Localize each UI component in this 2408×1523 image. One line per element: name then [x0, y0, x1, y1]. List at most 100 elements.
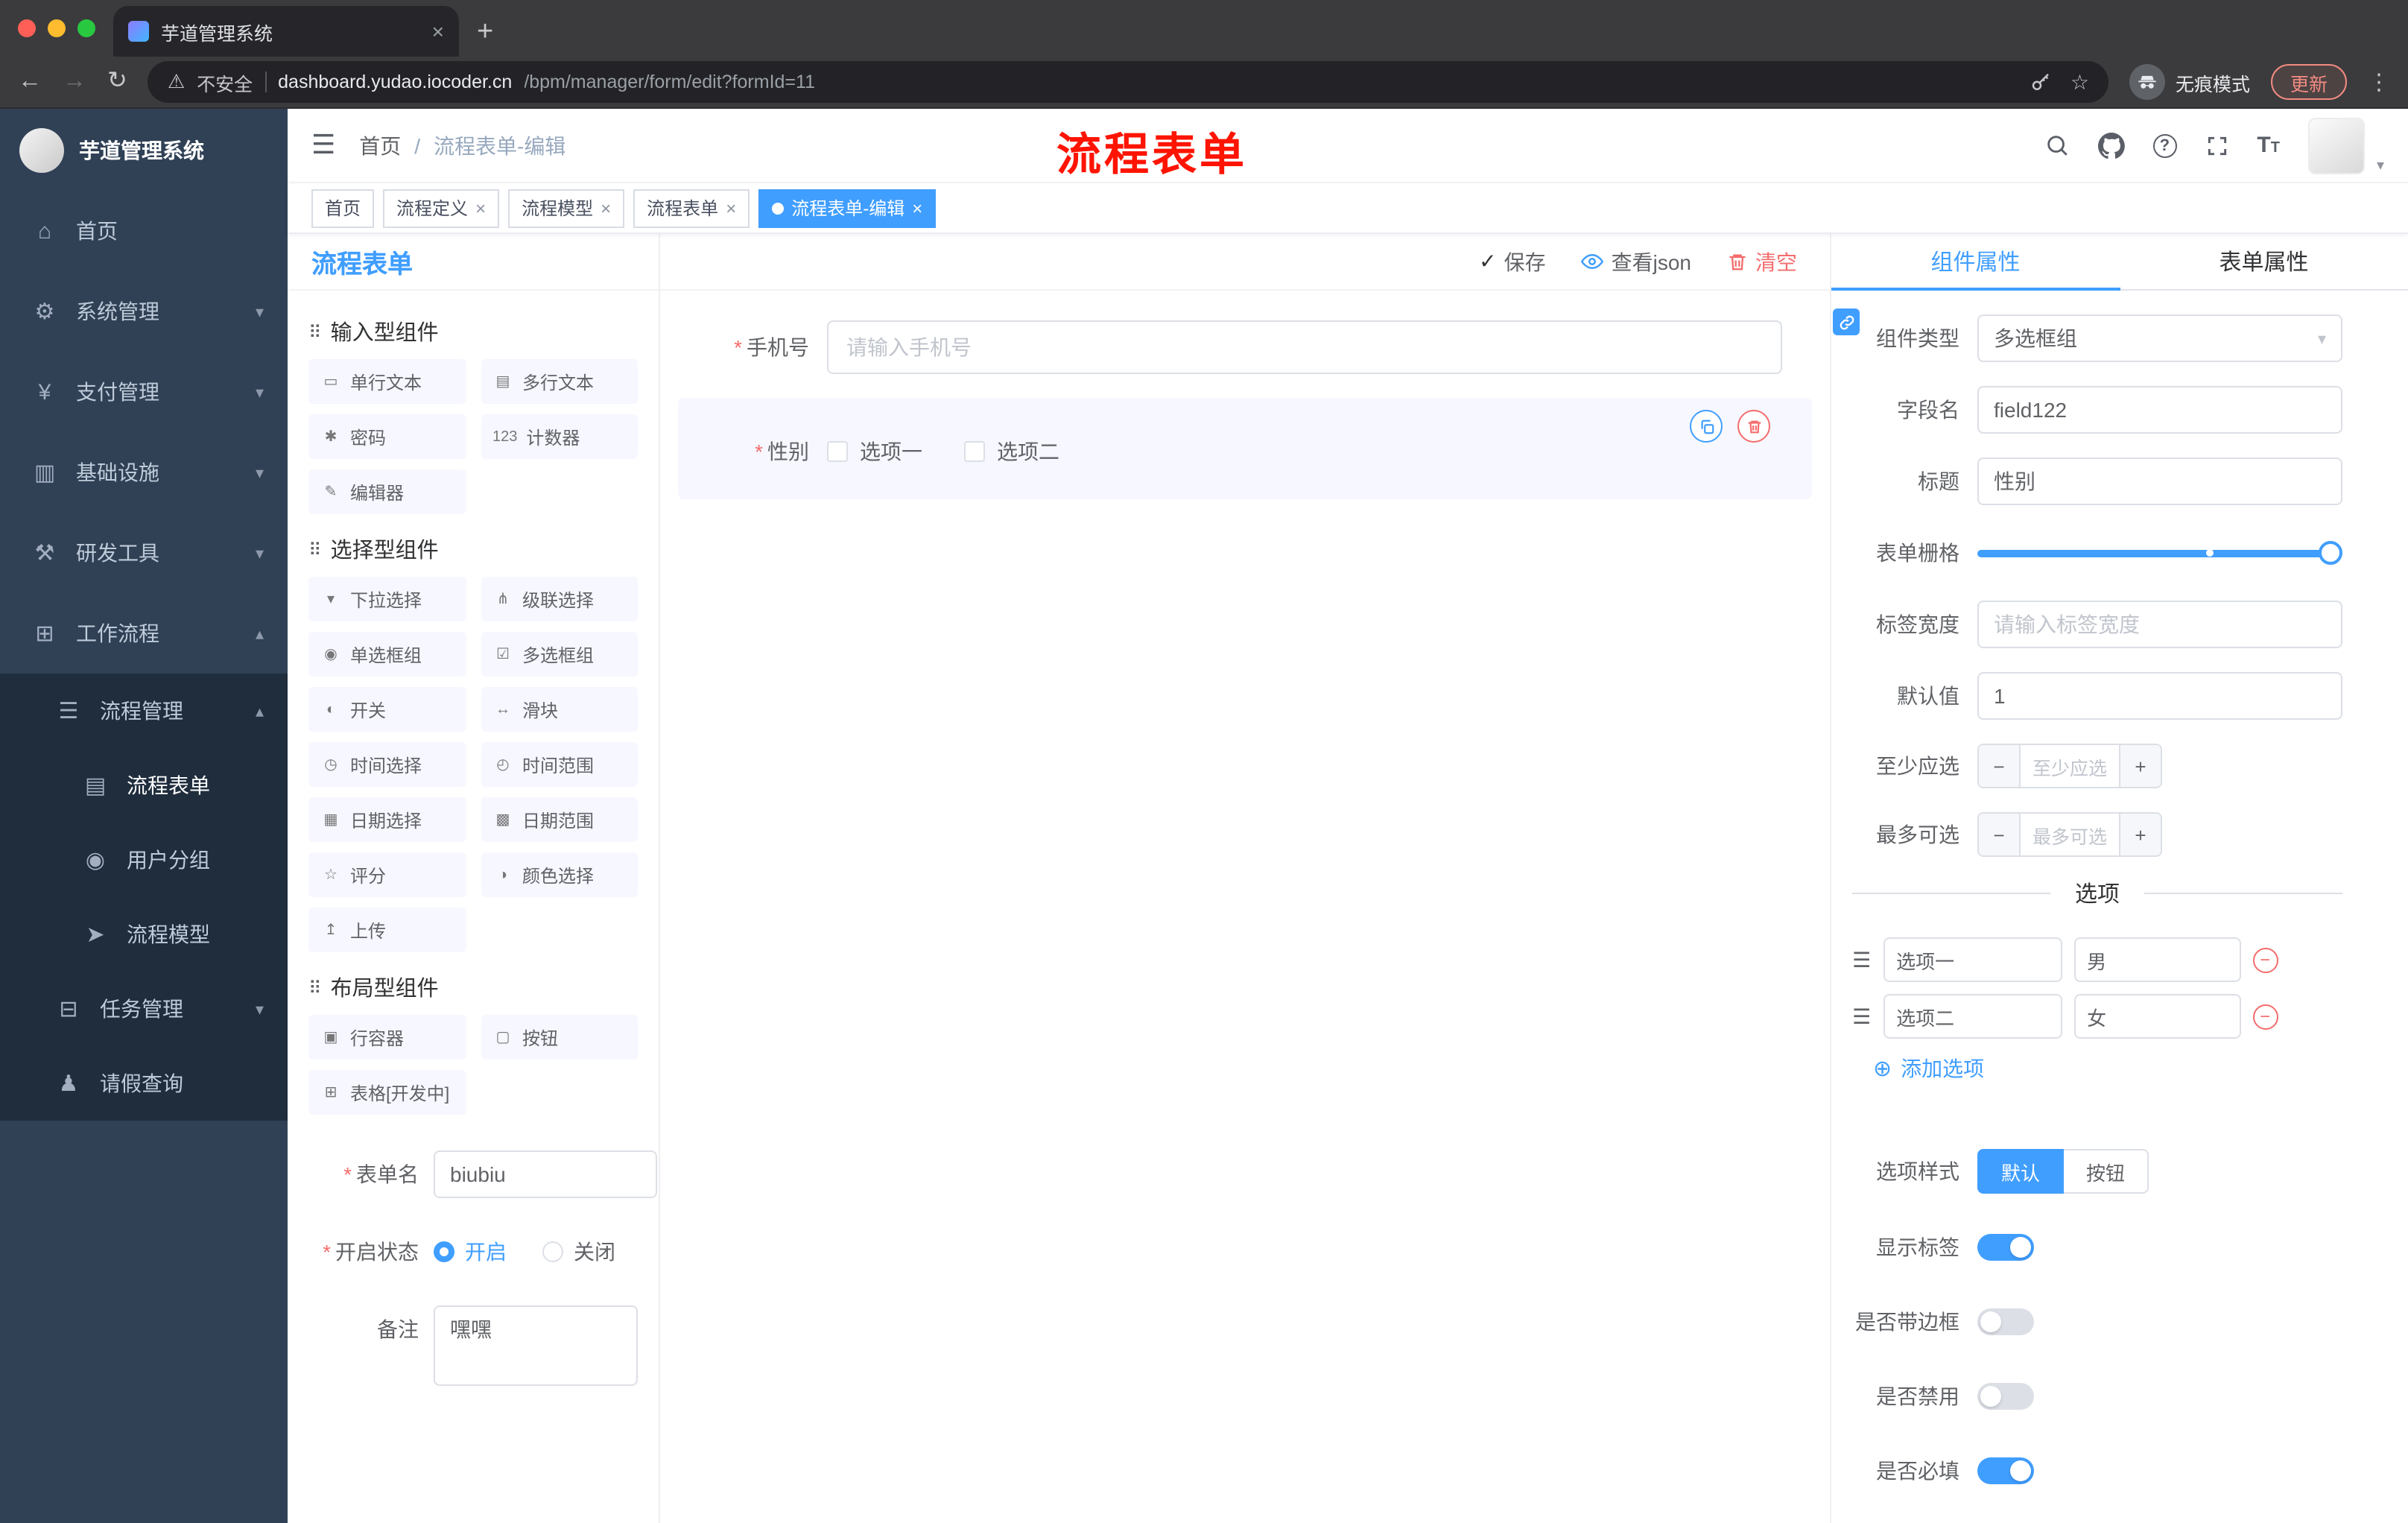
max-select-value[interactable]: 最多可选 [2021, 814, 2119, 855]
clear-button[interactable]: 清空 [1727, 247, 1797, 276]
checkbox-option-1[interactable]: 选项一 [827, 437, 922, 466]
remove-option-button[interactable]: − [2252, 1004, 2278, 1029]
style-button-button[interactable]: 按钮 [2064, 1149, 2149, 1194]
avatar[interactable] [2307, 117, 2365, 174]
option-label-input[interactable] [1883, 937, 2062, 982]
component-type-select[interactable]: 多选框组 ▾ [1977, 314, 2342, 362]
palette-item[interactable]: ✎ 编辑器 [308, 469, 466, 514]
back-icon[interactable]: ← [18, 69, 42, 94]
sidebar-item-home[interactable]: ⌂ 首页 [0, 191, 288, 271]
sidebar-item-system-management[interactable]: ⚙ 系统管理 ▾ [0, 271, 288, 352]
form-name-input[interactable] [434, 1150, 657, 1198]
tag-close-icon[interactable]: × [601, 199, 611, 217]
font-size-icon[interactable]: T T [2257, 134, 2280, 156]
tag-close-icon[interactable]: × [912, 199, 922, 217]
palette-item[interactable]: ◉ 单选框组 [308, 632, 466, 677]
palette-item[interactable]: ▤ 多行文本 [481, 359, 638, 404]
delete-component-button[interactable] [1737, 410, 1770, 443]
min-select-value[interactable]: 至少应选 [2021, 745, 2119, 787]
palette-item[interactable]: ▭ 单行文本 [308, 359, 466, 404]
palette-item[interactable]: ▾ 下拉选择 [308, 577, 466, 621]
remark-textarea[interactable]: 嘿嘿 [434, 1305, 638, 1386]
status-radio-on[interactable]: 开启 [434, 1237, 507, 1267]
checkbox-box[interactable] [964, 441, 985, 462]
add-option-button[interactable]: ⊕ 添加选项 [1873, 1054, 2342, 1083]
palette-item[interactable]: ▣ 行容器 [308, 1015, 466, 1060]
bookmark-star-icon[interactable]: ☆ [2070, 69, 2089, 95]
sidebar-item-user-group[interactable]: ◉ 用户分组 [0, 823, 288, 897]
tab-close-icon[interactable]: × [432, 19, 444, 43]
fullscreen-icon[interactable] [2205, 133, 2228, 157]
tag-process-model[interactable]: 流程模型 × [508, 189, 625, 227]
sidebar-item-process-management[interactable]: ☰ 流程管理 ▴ [0, 674, 288, 748]
palette-item[interactable]: ✱ 密码 [308, 414, 466, 459]
gender-form-item-selected[interactable]: * 性别 选项一 选项二 [678, 398, 1812, 499]
checkbox-option-2[interactable]: 选项二 [964, 437, 1059, 466]
sidebar-item-process-form[interactable]: ▤ 流程表单 [0, 748, 288, 823]
search-icon[interactable] [2044, 133, 2069, 158]
palette-item[interactable]: ◑ 颜色选择 [481, 852, 638, 897]
sidebar-item-dev-tools[interactable]: ⚒ 研发工具 ▾ [0, 513, 288, 593]
tag-home[interactable]: 首页 [311, 189, 375, 227]
sidebar-item-payment-management[interactable]: ¥ 支付管理 ▾ [0, 352, 288, 432]
palette-item[interactable]: ▩ 日期范围 [481, 797, 638, 842]
increase-button[interactable]: + [2119, 814, 2161, 855]
palette-item[interactable]: ↥ 上传 [308, 908, 466, 952]
switch-disabled[interactable] [1977, 1383, 2034, 1410]
option-label-input[interactable] [1883, 994, 2062, 1039]
palette-item[interactable]: ▢ 按钮 [481, 1015, 638, 1060]
view-json-button[interactable]: 查看json [1581, 247, 1691, 276]
palette-item[interactable]: ☆ 评分 [308, 852, 466, 897]
github-icon[interactable] [2097, 132, 2125, 159]
increase-button[interactable]: + [2119, 745, 2161, 787]
sidebar-item-process-model[interactable]: ➤ 流程模型 [0, 897, 288, 972]
decrease-button[interactable]: − [1979, 745, 2021, 787]
palette-item[interactable]: ◐ 开关 [308, 687, 466, 732]
tab-component-props[interactable]: 组件属性 [1831, 234, 2120, 291]
palette-item[interactable]: ◴ 时间范围 [481, 742, 638, 787]
style-default-button[interactable]: 默认 [1977, 1149, 2065, 1194]
switch-required[interactable] [1977, 1457, 2034, 1484]
forward-icon[interactable]: → [63, 69, 86, 94]
remove-option-button[interactable]: − [2252, 947, 2278, 972]
default-value-input[interactable] [1977, 672, 2342, 720]
update-button[interactable]: 更新 [2270, 64, 2347, 100]
option-value-input[interactable] [2073, 937, 2241, 982]
new-tab-button[interactable]: + [477, 18, 493, 46]
field-name-input[interactable] [1977, 386, 2342, 434]
tag-process-form[interactable]: 流程表单 × [633, 189, 750, 227]
sidebar-item-workflow[interactable]: ⊞ 工作流程 ▴ [0, 593, 288, 674]
phone-input[interactable] [827, 320, 1782, 374]
address-bar[interactable]: ⚠ 不安全 dashboard.yudao.iocoder.cn /bpm/ma… [148, 61, 2108, 103]
palette-item[interactable]: 123 计数器 [481, 414, 638, 459]
palette-item[interactable]: ▦ 日期选择 [308, 797, 466, 842]
tag-process-form-edit[interactable]: 流程表单-编辑 × [758, 189, 937, 227]
label-width-input[interactable] [1977, 601, 2342, 648]
zoom-window-button[interactable] [77, 19, 95, 37]
switch-border[interactable] [1977, 1308, 2034, 1335]
palette-item[interactable]: ↔ 滑块 [481, 687, 638, 732]
save-button[interactable]: ✓ 保存 [1479, 247, 1545, 276]
palette-item[interactable]: ⊞ 表格[开发中] [308, 1070, 466, 1115]
palette-item[interactable]: ☑ 多选框组 [481, 632, 638, 677]
link-icon[interactable] [1833, 308, 1860, 335]
drag-handle-icon[interactable]: ☰ [1852, 947, 1871, 972]
sidebar-item-leave-query[interactable]: ♟ 请假查询 [0, 1046, 288, 1121]
form-grid-slider[interactable] [1977, 529, 2342, 577]
browser-tab[interactable]: 芋道管理系统 × [113, 6, 459, 57]
sidebar-item-task-management[interactable]: ⊟ 任务管理 ▾ [0, 972, 288, 1046]
phone-form-item[interactable]: * 手机号 [678, 308, 1812, 386]
switch-show-label[interactable] [1977, 1234, 2034, 1261]
palette-item[interactable]: ⋔ 级联选择 [481, 577, 638, 621]
copy-component-button[interactable] [1690, 410, 1723, 443]
option-value-input[interactable] [2073, 994, 2241, 1039]
close-window-button[interactable] [18, 19, 36, 37]
breadcrumb-home[interactable]: 首页 [359, 130, 401, 160]
slider-track[interactable] [1977, 541, 2342, 565]
tab-form-props[interactable]: 表单属性 [2120, 234, 2408, 289]
minimize-window-button[interactable] [48, 19, 66, 37]
sidebar-item-infrastructure[interactable]: ▥ 基础设施 ▾ [0, 432, 288, 513]
security-label[interactable]: 不安全 [197, 68, 253, 96]
decrease-button[interactable]: − [1979, 814, 2021, 855]
palette-item[interactable]: ◷ 时间选择 [308, 742, 466, 787]
